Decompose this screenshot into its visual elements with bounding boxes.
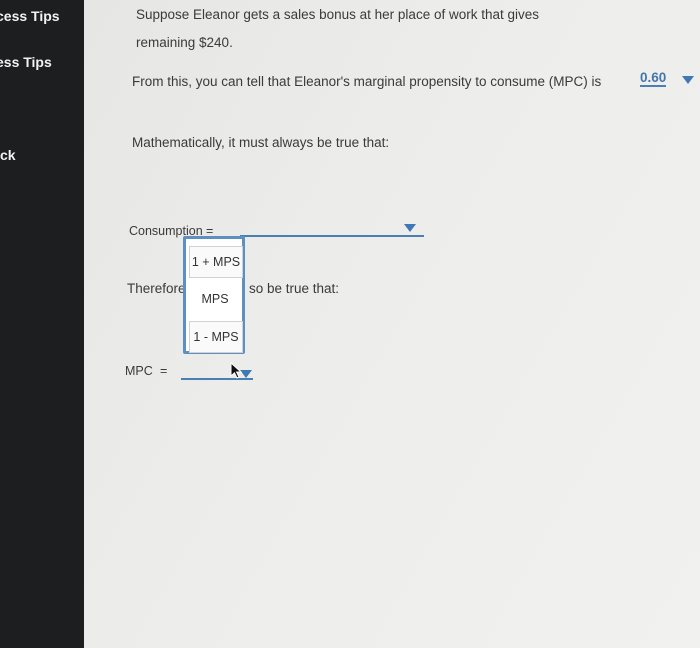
dropdown-menu: 1 + MPS MPS 1 - MPS [183,236,245,354]
question-panel: Suppose Eleanor gets a sales bonus at he… [84,0,700,648]
question-text-line2: remaining $240. [136,35,233,50]
sidebar-item-label: ess Tips [0,54,52,70]
math-instruction: Mathematically, it must always be true t… [132,135,390,150]
consumption-answer-dropdown[interactable] [240,235,424,237]
mpc-sentence: From this, you can tell that Eleanor's m… [132,74,602,89]
mpc-label: MPC [125,364,153,378]
sidebar-item-access-tips[interactable]: cess Tips [0,8,84,24]
therefore-text-right: so be true that: [249,281,340,296]
sidebar-item-ess-tips[interactable]: ess Tips [0,54,84,70]
mpc-answer-dropdown[interactable]: 0.60 [640,70,667,87]
dropdown-option-mps[interactable]: MPS [189,284,241,314]
therefore-text-left: Therefore [127,281,186,296]
chevron-down-icon[interactable] [404,224,416,232]
sidebar-item-label: ck [0,147,16,163]
sidebar-item-label: cess Tips [0,8,60,24]
mpc-answer-value: 0.60 [640,70,667,85]
mouse-cursor-icon [230,362,243,379]
mpc-equals: = [160,364,168,378]
dropdown-option-1-minus-mps[interactable]: 1 - MPS [189,321,243,353]
sidebar-item-back[interactable]: ck [0,147,84,163]
question-text-line1: Suppose Eleanor gets a sales bonus at he… [136,7,539,22]
chevron-down-icon[interactable] [682,76,694,84]
dropdown-option-1-plus-mps[interactable]: 1 + MPS [189,246,243,278]
sidebar: cess Tips ess Tips ck [0,0,84,648]
